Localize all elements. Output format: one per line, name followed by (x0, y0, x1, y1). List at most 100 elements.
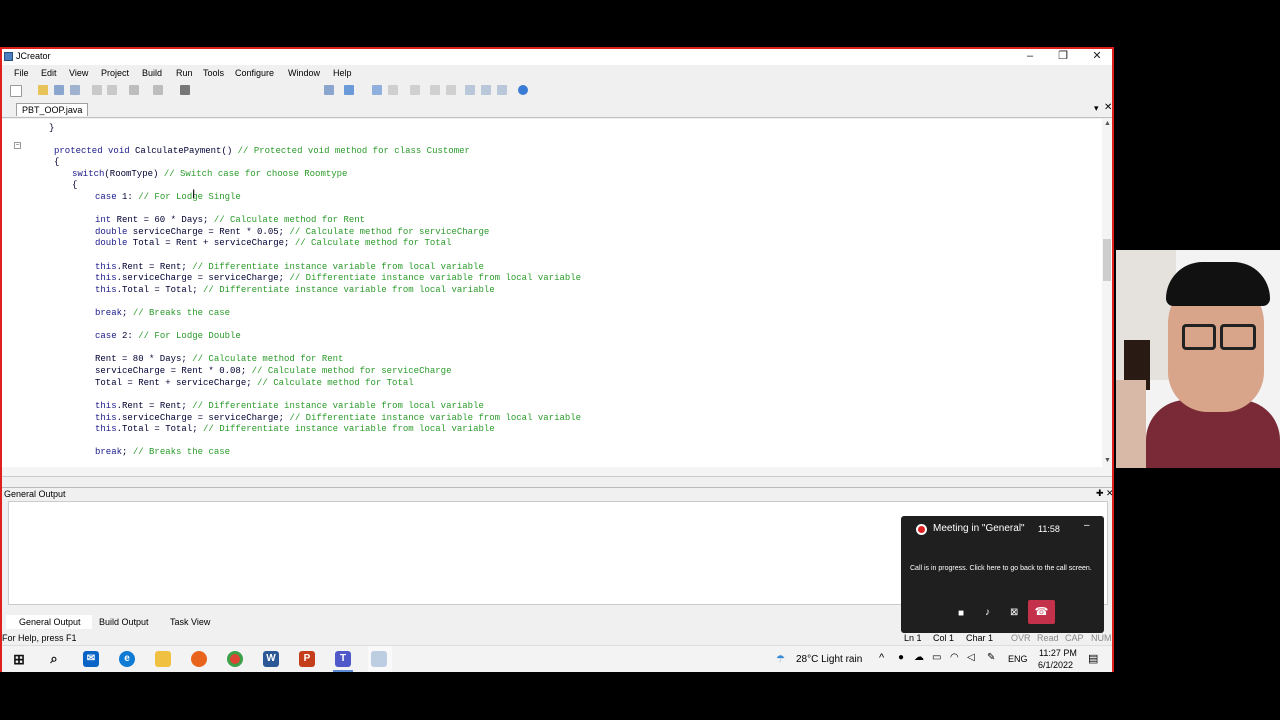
menu-view[interactable]: View (69, 68, 88, 78)
menu-configure[interactable]: Configure (235, 68, 274, 78)
tab-close-icon[interactable]: ✕ (1104, 102, 1112, 113)
combo-box[interactable] (202, 84, 320, 97)
save-icon[interactable] (54, 85, 64, 95)
clock-time[interactable]: 11:27 PM (1039, 648, 1077, 658)
menu-tools[interactable]: Tools (203, 68, 224, 78)
teams-icon[interactable]: T (335, 651, 351, 667)
close-icon[interactable]: ✕ (1082, 49, 1112, 65)
meeting-timer: 11:58 (1038, 524, 1060, 534)
back-icon[interactable] (430, 85, 440, 95)
minimize-popup-icon[interactable]: – (1084, 520, 1090, 531)
status-num: NUM (1091, 633, 1112, 643)
mail-icon[interactable]: ✉ (83, 651, 99, 667)
code-comment: // Differentiate instance variable from … (192, 262, 484, 272)
scroll-down-icon[interactable]: ▼ (1104, 457, 1111, 464)
notification-icon[interactable]: ▤ (1088, 652, 1098, 665)
menu-run[interactable]: Run (176, 68, 193, 78)
pen-icon[interactable]: ✎ (987, 652, 995, 663)
code-line: case 1: // For Lodge Single (95, 192, 241, 203)
status-read: Read (1037, 633, 1059, 643)
weather-text[interactable]: 28°C Light rain (796, 654, 862, 665)
copy-icon[interactable] (107, 85, 117, 95)
tile-icon[interactable] (481, 85, 491, 95)
code-line: protected void CalculatePayment() // Pro… (54, 146, 470, 157)
undo-icon[interactable] (129, 85, 139, 95)
debug-icon[interactable] (372, 85, 382, 95)
status-help: For Help, press F1 (2, 633, 77, 643)
share-screen-icon[interactable]: ⊠ (1010, 607, 1018, 618)
edge-icon[interactable]: e (119, 651, 135, 667)
code-comment: // Differentiate instance variable from … (289, 413, 582, 423)
word-icon[interactable]: W (263, 651, 279, 667)
tab-pbt-oop-java[interactable]: PBT_OOP.java (16, 103, 89, 116)
code-line: this.Rent = Rent; // Differentiate insta… (95, 401, 484, 412)
code-comment: // Differentiate instance variable from … (192, 401, 484, 411)
menu-help[interactable]: Help (333, 68, 352, 78)
code-comment: // Differentiate instance variable from … (203, 285, 495, 295)
find-icon[interactable] (180, 85, 190, 95)
tab-general-output[interactable]: General Output (6, 615, 92, 629)
code-text: this.Total = Total; (95, 285, 204, 295)
code-text: double serviceCharge = Rent * 0.05; (95, 227, 290, 237)
help-icon[interactable] (518, 85, 528, 95)
new-file-icon[interactable] (10, 85, 22, 97)
tab-dropdown-icon[interactable]: ▾ (1094, 103, 1099, 114)
battery-icon[interactable]: ▭ (932, 652, 941, 663)
run-icon[interactable] (344, 85, 354, 95)
window-icon[interactable] (465, 85, 475, 95)
microphone-icon[interactable]: ♪ (985, 607, 990, 618)
wifi-icon[interactable]: ◠ (950, 652, 959, 663)
code-editor[interactable]: − } protected void CalculatePayment() // … (2, 119, 1102, 467)
cascade-icon[interactable] (497, 85, 507, 95)
scrollbar-thumb[interactable] (1103, 239, 1111, 281)
file-explorer-icon[interactable] (155, 651, 171, 667)
maximize-icon[interactable]: ❐ (1048, 49, 1078, 65)
open-folder-icon[interactable] (38, 85, 48, 95)
cloud-icon[interactable]: ☁ (914, 652, 924, 663)
windows-start-icon[interactable]: ⊞ (11, 651, 27, 667)
search-icon[interactable]: ⌕ (46, 651, 62, 667)
cut-icon[interactable] (92, 85, 102, 95)
tab-task-view[interactable]: Task View (157, 615, 210, 629)
language-indicator[interactable]: ENG (1008, 654, 1028, 664)
menu-file[interactable]: File (14, 68, 29, 78)
tool-icon[interactable] (410, 85, 420, 95)
forward-icon[interactable] (446, 85, 456, 95)
hang-up-button[interactable]: ☎ (1028, 600, 1055, 624)
horizontal-scrollbar[interactable] (2, 467, 1112, 477)
code-comment: // Calculate method for serviceCharge (289, 227, 490, 237)
windows-taskbar: ⊞ ⌕ ✉ e W P T ☂ 28°C Light rain ^ ● ☁ ▭ … (2, 645, 1112, 672)
output-close-icon[interactable]: ✕ (1106, 488, 1114, 499)
show-hidden-icon[interactable]: ^ (879, 652, 884, 664)
clock-date[interactable]: 6/1/2022 (1038, 660, 1073, 670)
firefox-icon[interactable] (191, 651, 207, 667)
code-line: { (72, 180, 77, 191)
fold-marker-icon[interactable]: − (14, 142, 21, 149)
save-all-icon[interactable] (70, 85, 80, 95)
chrome-icon[interactable] (227, 651, 243, 667)
vertical-scrollbar[interactable] (1102, 119, 1112, 467)
menu-edit[interactable]: Edit (41, 68, 57, 78)
menu-build[interactable]: Build (142, 68, 162, 78)
person-hair (1166, 262, 1270, 306)
tab-build-output[interactable]: Build Output (86, 615, 149, 629)
menu-window[interactable]: Window (288, 68, 320, 78)
build-icon[interactable] (324, 85, 334, 95)
glasses-left-icon (1182, 324, 1216, 350)
meeting-message[interactable]: Call is in progress. Click here to go ba… (910, 565, 1105, 572)
volume-icon[interactable]: ◁ (967, 652, 975, 663)
code-comment: // Differentiate instance variable from … (203, 424, 495, 434)
powerpoint-icon[interactable]: P (299, 651, 315, 667)
minimize-icon[interactable]: – (1015, 49, 1045, 65)
mic-icon[interactable]: ● (898, 652, 904, 663)
menu-project[interactable]: Project (101, 68, 129, 78)
redo-icon[interactable] (153, 85, 163, 95)
pin-icon[interactable]: ✚ (1096, 488, 1104, 499)
weather-icon[interactable]: ☂ (776, 654, 785, 665)
teams-meeting-popup[interactable]: Meeting in "General" 11:58 – Call is in … (901, 516, 1104, 633)
camera-icon[interactable]: ■ (958, 608, 964, 619)
code-line: { (54, 157, 59, 168)
scroll-up-icon[interactable]: ▲ (1104, 120, 1111, 127)
stop-icon[interactable] (388, 85, 398, 95)
code-text: Total = Rent + serviceCharge; (95, 378, 258, 388)
